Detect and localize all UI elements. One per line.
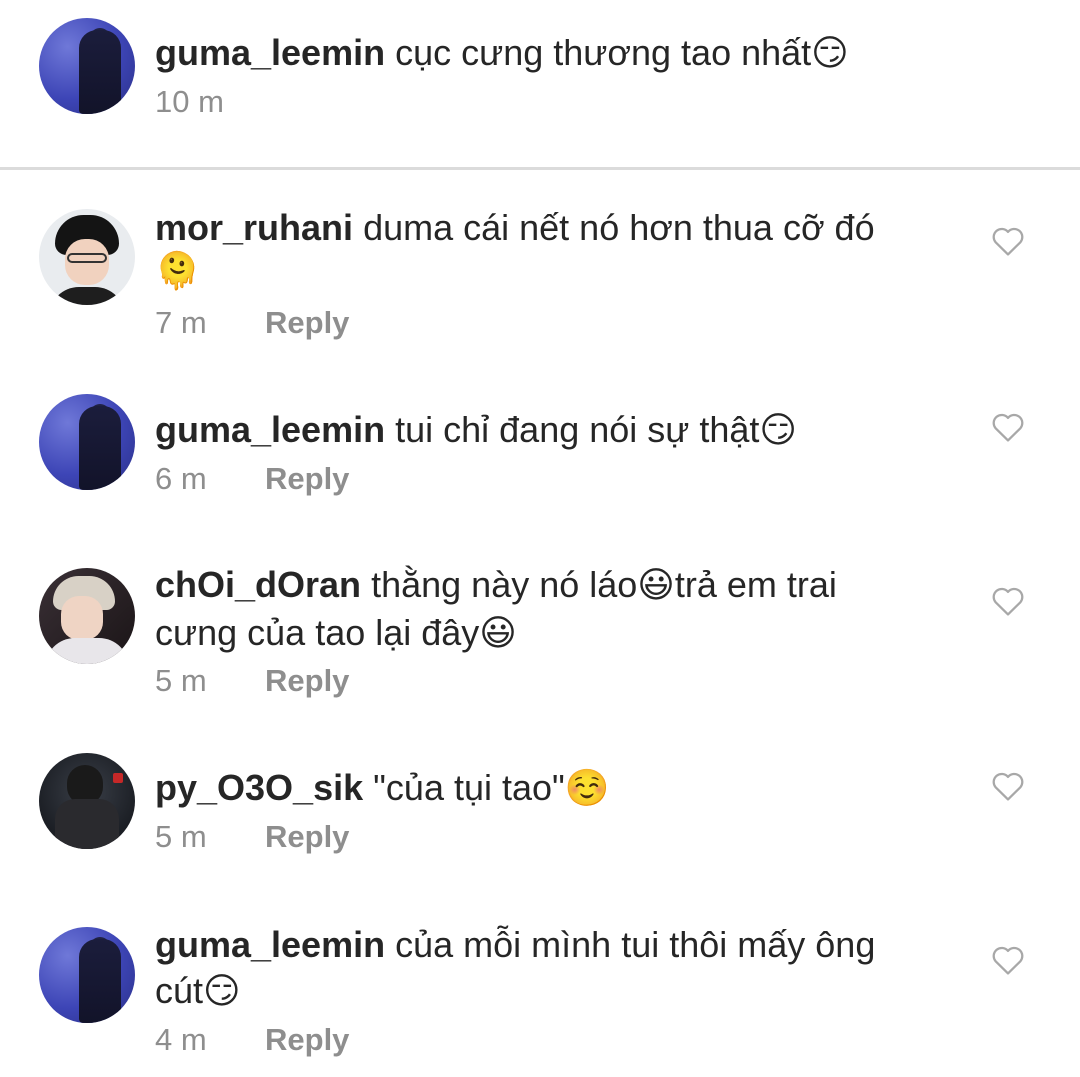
caption-time: 10 m [155,84,224,119]
heart-outline-icon[interactable] [991,225,1025,257]
comment-text: duma cái nết nó hơn thua cỡ đó [363,207,875,248]
comment-avatar[interactable] [39,394,135,490]
comment-text-line: mor_ruhani duma cái nết nó hơn thua cỡ đ… [155,205,875,251]
heart-outline-icon[interactable] [991,770,1025,802]
reply-button[interactable]: Reply [265,663,349,699]
caption-text-line: guma_leemin cục cưng thương tao nhất😏 [155,30,849,76]
comment-time: 7 m [155,305,207,340]
comment-avatar[interactable] [39,209,135,305]
melting-face-emoji-icon: 🫠 [155,250,200,291]
comment-text-line-2: 🫠 [155,248,200,294]
reply-button[interactable]: Reply [265,305,349,341]
comment-text-line-2: cút😏 [155,968,241,1014]
comment-text-line: chOi_dOran thằng này nó láo😃trả em trai [155,562,837,608]
comment-username[interactable]: guma_leemin [155,409,385,450]
comment-text-line: guma_leemin của mỗi mình tui thôi mấy ôn… [155,922,875,968]
heart-outline-icon[interactable] [991,944,1025,976]
comment-text-line: guma_leemin tui chỉ đang nói sự thật😏 [155,407,797,453]
comment-text-line: py_O3O_sik "của tụi tao"☺️ [155,765,610,811]
divider [0,167,1080,170]
comment-avatar[interactable] [39,927,135,1023]
comment-username[interactable]: py_O3O_sik [155,767,363,808]
heart-outline-icon[interactable] [991,585,1025,617]
comment-username[interactable]: chOi_dOran [155,564,361,605]
caption-username[interactable]: guma_leemin [155,32,385,73]
comment-time: 6 m [155,461,207,496]
comment-username[interactable]: guma_leemin [155,924,385,965]
comment-text-continued: cưng của tao lại đây😃 [155,612,517,653]
comment-text: tui chỉ đang nói sự thật😏 [395,409,797,450]
comment-avatar[interactable] [39,568,135,664]
comment-time: 5 m [155,663,207,698]
comment-time: 4 m [155,1022,207,1057]
comment-time: 5 m [155,819,207,854]
reply-button[interactable]: Reply [265,461,349,497]
comment-username[interactable]: mor_ruhani [155,207,353,248]
smirk-emoji-icon: 😏 [811,32,849,73]
reply-button[interactable]: Reply [265,1022,349,1058]
reply-button[interactable]: Reply [265,819,349,855]
comment-text: thằng này nó láo😃trả em trai [371,564,837,605]
comment-avatar[interactable] [39,753,135,849]
heart-outline-icon[interactable] [991,411,1025,443]
comment-text: của mỗi mình tui thôi mấy ông [395,924,876,965]
caption-text: cục cưng thương tao nhất [395,32,812,73]
caption-avatar[interactable] [39,18,135,114]
comment-text: "của tụi tao"☺️ [373,767,610,808]
comment-text-line-2: cưng của tao lại đây😃 [155,610,517,656]
comment-text-continued: cút😏 [155,970,241,1011]
